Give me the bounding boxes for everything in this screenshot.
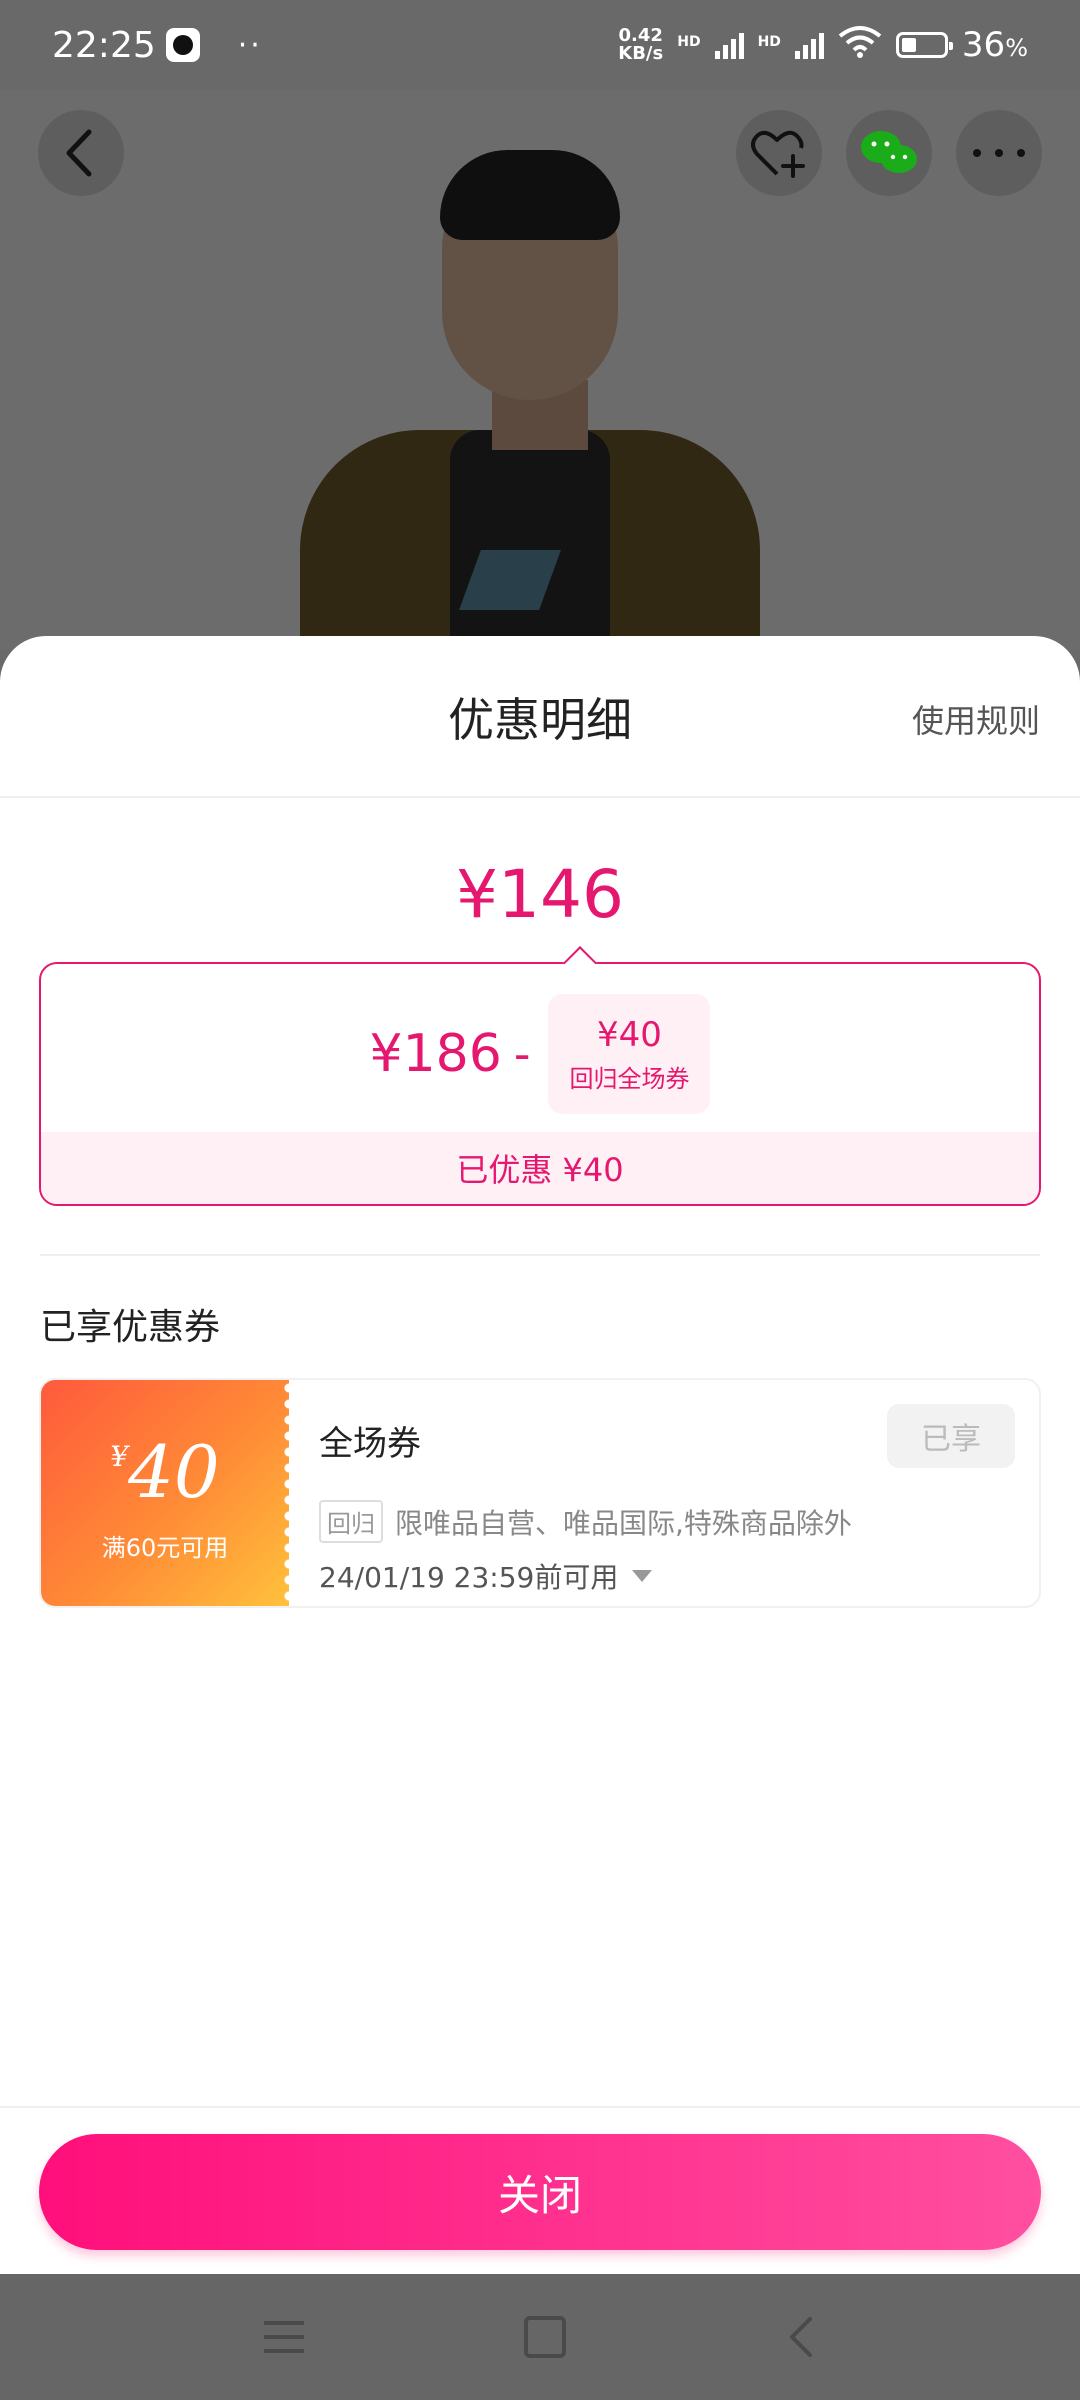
sheet-header: 优惠明细 使用规则 [0,636,1080,798]
wifi-icon [838,24,882,67]
coupon-status-badge: 已享 [887,1404,1015,1468]
footer-divider [0,2106,1080,2108]
back-nav-icon[interactable] [786,2315,816,2359]
notification-dots: ·· [237,27,263,63]
applied-coupons-title: 已享优惠券 [40,1307,221,1348]
hd-label-1: HD [677,33,701,50]
battery-icon [895,32,953,58]
product-top-nav [0,110,1080,200]
coupon-expiry-toggle[interactable]: 24/01/19 23:59前可用 [319,1556,653,1596]
coupon-tag: 回归 [319,1500,383,1543]
battery-percent: 36% [961,25,1028,65]
coupon-amount-row: ¥40 [41,1430,289,1514]
coupon-condition: 满60元可用 [101,1534,229,1562]
back-button[interactable] [38,110,124,196]
coupon-scope: 回归 限唯品自营、唯品国际,特殊商品除外 [319,1500,852,1543]
saved-amount-text: 已优惠 ¥40 [456,1151,624,1189]
menu-icon[interactable] [264,2321,304,2353]
discount-chip-amount: ¥40 [597,1014,662,1055]
coupon-card[interactable]: ¥40 满60元可用 全场券 已享 回归 限唯品自营、唯品国际,特殊商品除外 2… [39,1378,1041,1608]
price-calculation-row: ¥186 - ¥40 回归全场券 [41,994,1039,1114]
final-price: ¥146 [456,856,624,933]
discount-chip-name: 回归全场券 [569,1064,690,1093]
status-time: 22:25 [52,24,156,66]
status-bar: 22:25 ·· 0.42 KB/s HD HD 36% [0,0,1080,90]
coupon-scope-text: 限唯品自营、唯品国际,特殊商品除外 [395,1506,852,1540]
network-speed-unit: KB/s [618,43,664,64]
hd-label-2: HD [757,33,781,50]
clock-app-icon [165,28,200,62]
discount-detail-sheet: 优惠明细 使用规则 ¥146 ¥186 - ¥40 回归全场券 已优惠 ¥40 … [0,636,1080,2274]
more-button[interactable] [956,110,1042,196]
network-speed: 0.42 KB/s [618,27,663,63]
close-button[interactable]: 关闭 [39,2134,1041,2250]
home-icon[interactable] [524,2316,566,2358]
minus-sign: - [513,1027,531,1081]
wechat-share-button[interactable] [846,110,932,196]
more-icon [973,149,1025,157]
favorite-add-icon [751,130,805,178]
usage-rules-link[interactable]: 使用规则 [912,696,1040,742]
back-icon [66,129,92,177]
coupon-amount: 40 [128,1430,220,1514]
chevron-down-icon [632,1570,653,1582]
original-price: ¥186 [369,1024,502,1084]
section-divider [40,1254,1040,1256]
wechat-icon [861,131,917,173]
favorite-button[interactable] [736,110,822,196]
discount-chip: ¥40 回归全场券 [548,994,711,1114]
coupon-value-panel: ¥40 满60元可用 [41,1380,295,1606]
signal-icon-2 [794,31,824,59]
signal-icon-1 [714,31,744,59]
coupon-yen-symbol: ¥ [110,1440,129,1473]
coupon-expiry-text: 24/01/19 23:59前可用 [319,1561,619,1594]
coupon-name: 全场券 [319,1424,421,1464]
system-nav-bar [0,2274,1080,2400]
price-calculation-box: ¥186 - ¥40 回归全场券 已优惠 ¥40 [39,962,1041,1206]
saved-amount-bar: 已优惠 ¥40 [41,1132,1039,1204]
